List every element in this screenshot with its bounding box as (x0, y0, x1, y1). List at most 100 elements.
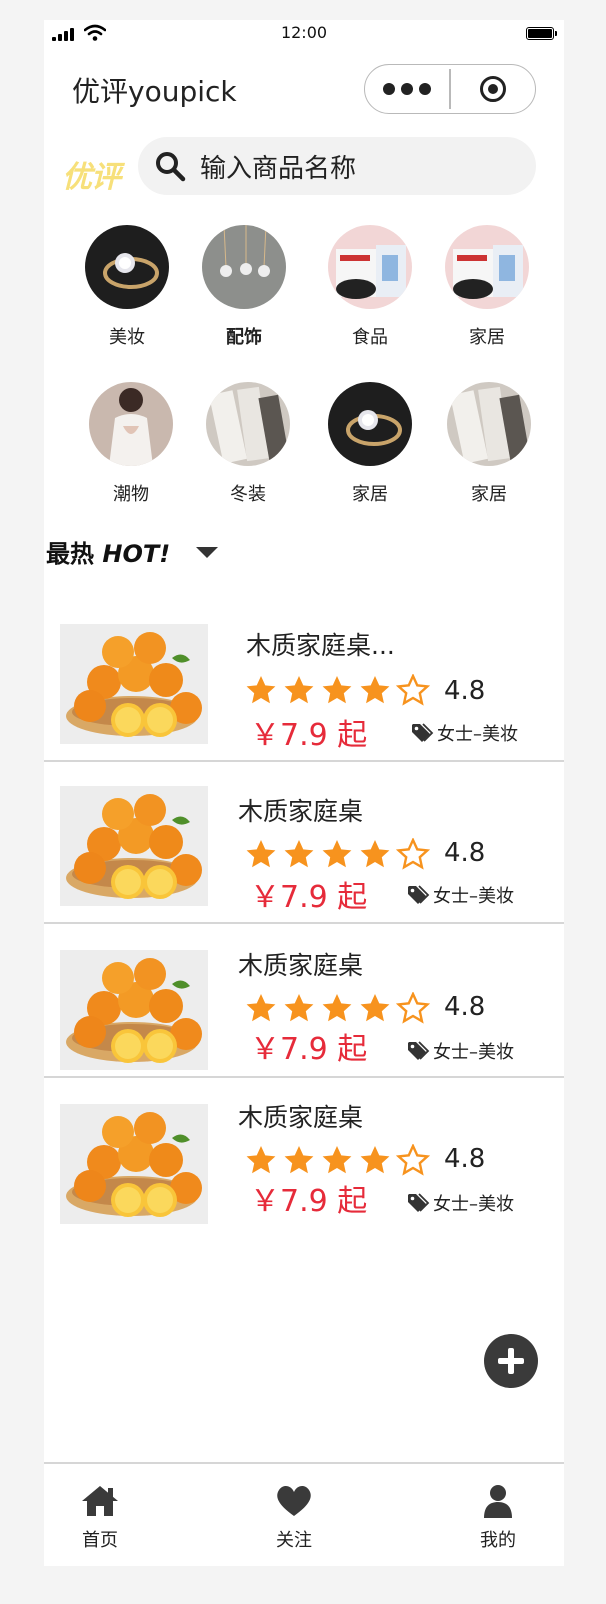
app-logo: 优评 (62, 160, 121, 195)
star-icon (282, 992, 316, 1024)
star-rating (244, 992, 430, 1024)
product-tag: 女士–美妆 (406, 1190, 514, 1216)
star-icon (358, 992, 392, 1024)
star-icon (320, 838, 354, 870)
section-title-cn: 最热 (46, 540, 94, 568)
search-input[interactable]: 输入商品名称 (138, 137, 536, 195)
tag-icon (406, 1039, 430, 1063)
star-icon (320, 674, 354, 706)
more-icon (383, 83, 432, 95)
star-icon (244, 1144, 278, 1176)
tab-profile[interactable]: 我的 (458, 1484, 538, 1552)
star-icon (358, 674, 392, 706)
tab-label: 首页 (82, 1530, 118, 1551)
category-item[interactable]: 家居 (315, 382, 425, 506)
tab-bar: 首页 关注 我的 (44, 1462, 564, 1566)
list-item[interactable]: 木质家庭桌 4.8 ￥7.9 起 女士–美妆 (44, 924, 564, 1078)
tag-icon (410, 721, 434, 745)
home-icon (82, 1486, 118, 1516)
heart-icon (277, 1486, 311, 1516)
tag-label: 女士–美妆 (433, 1042, 514, 1063)
caret-down-icon[interactable] (196, 547, 218, 558)
product-price: ￥7.9 起 (250, 880, 368, 915)
star-outline-icon (396, 674, 430, 706)
tab-label: 我的 (480, 1530, 516, 1551)
star-icon (244, 838, 278, 870)
product-price: ￥7.9 起 (250, 1032, 368, 1067)
more-button[interactable] (365, 65, 449, 113)
category-item[interactable]: 冬装 (193, 382, 303, 506)
tag-icon (406, 883, 430, 907)
star-outline-icon (396, 1144, 430, 1176)
product-tag: 女士–美妆 (406, 882, 514, 908)
star-outline-icon (396, 838, 430, 870)
product-name: 木质家庭桌 (238, 951, 364, 980)
tab-home[interactable]: 首页 (60, 1484, 140, 1552)
target-icon (479, 76, 506, 102)
category-image (445, 225, 529, 309)
page-title: 优评youpick (72, 75, 237, 108)
status-bar: 12:00 (44, 20, 564, 50)
add-button[interactable] (484, 1334, 538, 1388)
category-image (328, 382, 412, 466)
category-label: 食品 (352, 327, 388, 348)
star-icon (282, 838, 316, 870)
star-rating (244, 1144, 430, 1176)
product-image (60, 624, 208, 744)
status-time: 12:00 (280, 23, 328, 42)
battery-icon (526, 27, 557, 40)
category-image (89, 382, 173, 466)
category-label: 配饰 (226, 327, 262, 348)
star-rating (244, 674, 430, 706)
tag-label: 女士–美妆 (437, 724, 518, 745)
section-title: 最热 HOT! (46, 534, 170, 569)
close-button[interactable] (451, 65, 535, 113)
product-tag: 女士–美妆 (406, 1038, 514, 1064)
category-label: 家居 (469, 327, 505, 348)
rating-value: 4.8 (444, 676, 486, 706)
star-icon (244, 674, 278, 706)
category-label: 美妆 (109, 327, 145, 348)
category-item[interactable]: 配饰 (189, 225, 299, 349)
star-icon (320, 992, 354, 1024)
rating-value: 4.8 (444, 992, 486, 1022)
star-icon (282, 674, 316, 706)
product-image (60, 786, 208, 906)
category-label: 冬装 (230, 484, 266, 505)
category-item[interactable]: 食品 (315, 225, 425, 349)
star-outline-icon (396, 992, 430, 1024)
category-item[interactable]: 潮物 (76, 382, 186, 506)
category-label: 家居 (352, 484, 388, 505)
category-item[interactable]: 美妆 (72, 225, 182, 349)
product-tag: 女士–美妆 (410, 720, 518, 746)
product-image (60, 1104, 208, 1224)
category-image (328, 225, 412, 309)
list-item[interactable]: 木质家庭桌 4.8 ￥7.9 起 女士–美妆 (44, 762, 564, 924)
tag-label: 女士–美妆 (433, 886, 514, 907)
product-image (60, 950, 208, 1070)
tag-icon (406, 1191, 430, 1215)
star-icon (282, 1144, 316, 1176)
search-placeholder: 输入商品名称 (200, 153, 357, 184)
star-icon (320, 1144, 354, 1176)
category-image (202, 225, 286, 309)
phone-screen: 12:00 优评youpick 优评 输入商品名称 美妆 配饰 食品 家居 潮物… (44, 20, 564, 1566)
rating-value: 4.8 (444, 838, 486, 868)
category-image (85, 225, 169, 309)
category-image (206, 382, 290, 466)
star-icon (244, 992, 278, 1024)
product-name: 木质家庭桌 (238, 797, 364, 826)
category-item[interactable]: 家居 (432, 225, 542, 349)
list-item[interactable]: 木质家庭桌 4.8 ￥7.9 起 女士–美妆 (44, 1078, 564, 1228)
tag-label: 女士–美妆 (433, 1194, 514, 1215)
list-item[interactable]: 木质家庭桌... 4.8 ￥7.9 起 女士–美妆 (44, 590, 564, 762)
category-label: 潮物 (113, 484, 149, 505)
user-icon (484, 1485, 512, 1518)
mini-program-capsule (364, 64, 536, 114)
section-title-en: HOT! (102, 540, 171, 568)
product-price: ￥7.9 起 (250, 1184, 368, 1219)
tab-follow[interactable]: 关注 (254, 1484, 334, 1552)
product-name: 木质家庭桌... (246, 631, 395, 660)
category-item[interactable]: 家居 (434, 382, 544, 506)
star-rating (244, 838, 430, 870)
